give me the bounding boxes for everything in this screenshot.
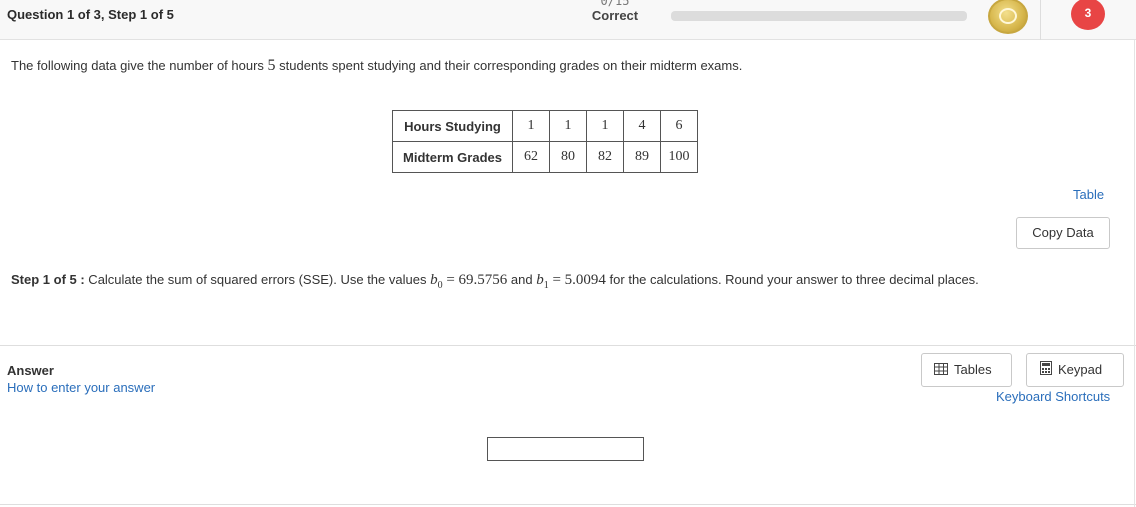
- table-cell: 100: [659, 141, 698, 173]
- row-header-grades: Midterm Grades: [392, 141, 513, 173]
- progress-bar: [671, 11, 967, 21]
- bottom-divider: [0, 504, 1136, 505]
- section-divider: [0, 345, 1136, 346]
- table-row: Midterm Grades 62 80 82 89 100: [392, 141, 698, 173]
- question-text: The following data give the number of ho…: [11, 57, 743, 74]
- table-link[interactable]: Table: [1073, 187, 1104, 202]
- step-label: Step 1 of 5 :: [11, 272, 85, 287]
- step-instructions: Step 1 of 5 : Calculate the sum of squar…: [11, 272, 979, 291]
- table-cell: 89: [622, 141, 661, 173]
- table-cell: 6: [659, 110, 698, 142]
- question-title: Question 1 of 3, Step 1 of 5: [7, 7, 174, 22]
- table-cell: 80: [548, 141, 587, 173]
- student-count: 5: [267, 57, 276, 74]
- row-header-hours: Hours Studying: [392, 110, 513, 142]
- table-cell: 1: [511, 110, 550, 142]
- table-cell: 82: [585, 141, 624, 173]
- table-cell: 1: [585, 110, 624, 142]
- right-border: [1134, 40, 1135, 507]
- keypad-label: Keypad: [1058, 362, 1103, 377]
- score-fraction: 0/15: [600, 0, 630, 8]
- top-bar: Question 1 of 3, Step 1 of 5 0/15 Correc…: [0, 0, 1136, 40]
- tables-button[interactable]: Tables: [921, 353, 1012, 387]
- score-label: Correct: [591, 8, 639, 23]
- table-cell: 1: [548, 110, 587, 142]
- coin-icon[interactable]: [988, 0, 1028, 34]
- table-row: Hours Studying 1 1 1 4 6: [392, 110, 698, 142]
- keypad-button[interactable]: Keypad: [1026, 353, 1124, 387]
- topbar-divider: [1040, 0, 1041, 40]
- score-display: 0/15 Correct: [585, 0, 645, 22]
- copy-data-button[interactable]: Copy Data: [1016, 217, 1110, 249]
- notification-badge[interactable]: 3: [1071, 0, 1105, 30]
- table-grid-icon: [934, 355, 948, 387]
- tables-label: Tables: [954, 362, 992, 377]
- data-table: Hours Studying 1 1 1 4 6 Midterm Grades …: [392, 110, 698, 173]
- calculator-icon: [1040, 355, 1052, 387]
- answer-label: Answer: [7, 363, 54, 378]
- table-cell: 4: [622, 110, 661, 142]
- how-to-enter-link[interactable]: How to enter your answer: [7, 380, 155, 395]
- answer-input[interactable]: [487, 437, 644, 461]
- keyboard-shortcuts-link[interactable]: Keyboard Shortcuts: [996, 389, 1110, 404]
- table-cell: 62: [511, 141, 550, 173]
